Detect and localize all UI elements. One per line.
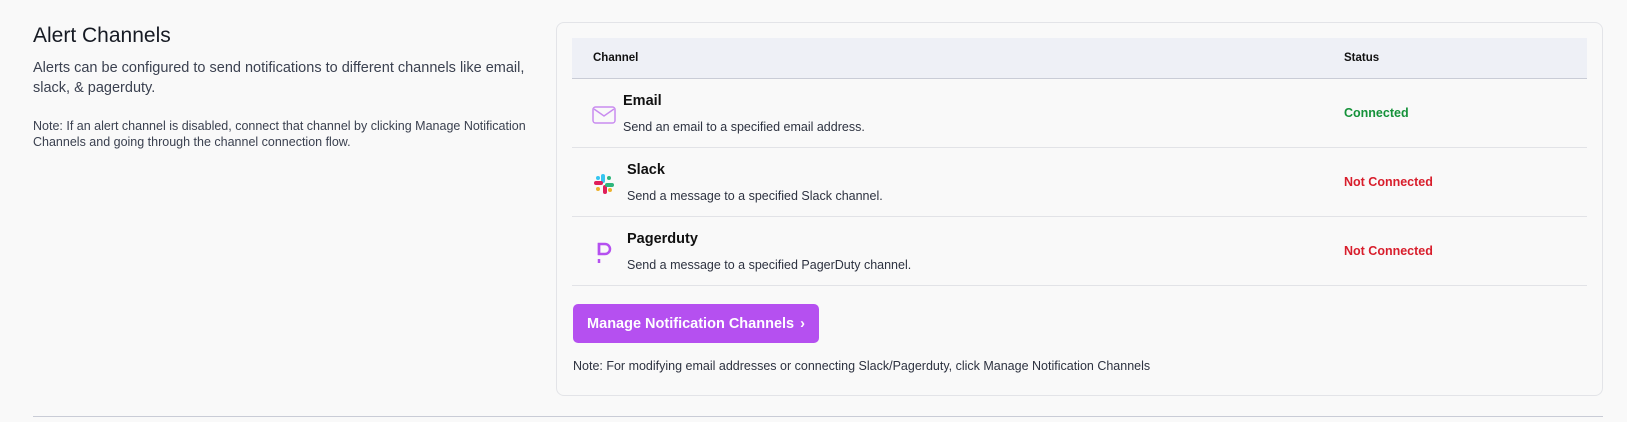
- channel-description: Send an email to a specified email addre…: [623, 120, 865, 134]
- section-divider: [33, 416, 1603, 417]
- status-badge: Connected: [1344, 106, 1409, 120]
- channel-name: Slack: [627, 162, 665, 178]
- column-header-status: Status: [1344, 52, 1380, 64]
- section-description: Alerts can be configured to send notific…: [33, 60, 525, 96]
- channel-name: Email: [623, 93, 662, 109]
- status-badge: Not Connected: [1344, 175, 1433, 189]
- mail-icon: [592, 103, 616, 127]
- channels-card: Channel Status Email Send an email to a …: [556, 22, 1603, 396]
- status-badge: Not Connected: [1344, 244, 1433, 258]
- table-header: Channel Status: [572, 38, 1587, 79]
- section-title: Alert Channels: [33, 24, 171, 47]
- footnote: Note: For modifying email addresses or c…: [573, 359, 1151, 373]
- pagerduty-icon: [592, 241, 616, 265]
- channels-table: Channel Status Email Send an email to a …: [572, 38, 1587, 286]
- channel-name: Pagerduty: [627, 231, 698, 247]
- alert-channels-intro: Alert Channels Alerts can be configured …: [33, 22, 538, 150]
- table-row-pagerduty: Pagerduty Send a message to a specified …: [572, 217, 1587, 286]
- table-row-slack: Slack Send a message to a specified Slac…: [572, 148, 1587, 217]
- column-header-channel: Channel: [593, 52, 639, 64]
- channel-description: Send a message to a specified Slack chan…: [627, 189, 883, 203]
- channel-description: Send a message to a specified PagerDuty …: [627, 258, 912, 272]
- section-note: Note: If an alert channel is disabled, c…: [33, 119, 526, 149]
- manage-notification-channels-button[interactable]: Manage Notification Channels ›: [573, 304, 819, 343]
- slack-icon: [592, 172, 616, 196]
- button-label: Manage Notification Channels: [587, 315, 795, 332]
- chevron-right-icon: ›: [800, 315, 805, 332]
- table-row-email: Email Send an email to a specified email…: [572, 79, 1587, 148]
